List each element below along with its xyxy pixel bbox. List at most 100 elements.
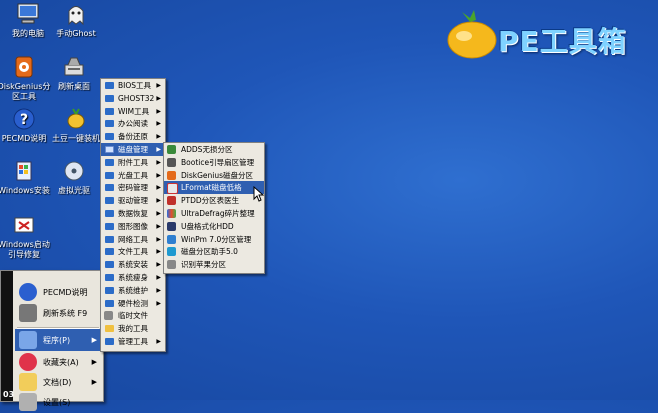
bootice-icon xyxy=(167,157,176,167)
menu-item-partition-assistant[interactable]: 磁盘分区助手5.0 xyxy=(164,245,264,258)
start-item-refresh-system[interactable]: 刷新系统 F9 xyxy=(15,302,101,324)
disk-management-menu: ADDS无损分区 Bootice引导扇区管理 DiskGenius磁盘分区 LF… xyxy=(163,142,265,274)
menu-item-bios-tools[interactable]: BIOS工具 ▶ xyxy=(101,79,165,92)
folder-icon xyxy=(105,94,114,102)
menu-item-disc-tools[interactable]: 光盘工具 ▶ xyxy=(101,169,165,182)
menu-item-disk-management[interactable]: 磁盘管理 ▶ xyxy=(101,142,165,156)
start-item-programs[interactable]: 程序(P) ▶ xyxy=(15,329,101,351)
desktop-icon-refresh-desktop[interactable]: 刷新桌面 xyxy=(46,55,102,92)
menu-item-accessories[interactable]: 附件工具 ▶ xyxy=(101,156,165,169)
desktop-icon-virtual-drive[interactable]: 虚拟光驱 xyxy=(46,159,102,196)
desktop-icon-boot-repair[interactable]: Windows启动 引导修复 xyxy=(0,213,52,260)
menu-item-diskgenius[interactable]: DiskGenius磁盘分区 xyxy=(164,169,264,182)
menu-item-ptdd[interactable]: PTDD分区表医生 xyxy=(164,194,264,207)
folder-icon xyxy=(105,261,114,269)
desktop-icon-diskgenius[interactable]: DiskGenius分 区工具 xyxy=(0,55,52,102)
menu-item-network-tools[interactable]: 网络工具 ▶ xyxy=(101,233,165,246)
menu-item-graphics[interactable]: 图形图像 ▶ xyxy=(101,220,165,233)
start-item-favorites[interactable]: 收藏夹(A) ▶ xyxy=(15,351,101,373)
boot-repair-icon xyxy=(11,213,37,237)
menu-item-bootice[interactable]: Bootice引导扇区管理 xyxy=(164,156,264,169)
menu-item-temp-files[interactable]: 临时文件 xyxy=(101,309,165,322)
folder-icon xyxy=(105,299,114,307)
desktop-icon-pecmd-help[interactable]: ? PECMD说明 xyxy=(0,107,52,144)
folder-icon xyxy=(105,325,114,333)
submenu-arrow-icon: ▶ xyxy=(156,235,161,243)
usb-drive-icon xyxy=(167,221,176,231)
diskgenius-icon xyxy=(167,170,176,180)
settings-icon xyxy=(19,393,37,411)
lformat-icon xyxy=(167,183,178,195)
menu-item-usb-format-hdd[interactable]: U盘格式化HDD xyxy=(164,220,264,233)
menu-item-system-maintenance[interactable]: 系统维护 ▶ xyxy=(101,284,165,297)
submenu-arrow-icon: ▶ xyxy=(91,336,97,344)
computer-icon xyxy=(15,2,41,26)
submenu-arrow-icon: ▶ xyxy=(156,120,161,128)
menu-item-ultradefrag[interactable]: UltraDefrag碎片整理 xyxy=(164,207,264,220)
apple-partition-icon xyxy=(167,260,176,270)
folder-icon xyxy=(105,273,114,281)
submenu-arrow-icon: ▶ xyxy=(156,107,161,115)
folder-icon xyxy=(105,133,114,141)
windows-install-icon xyxy=(11,159,37,183)
menu-item-ghost32[interactable]: GHOST32 ▶ xyxy=(101,92,165,105)
submenu-arrow-icon: ▶ xyxy=(156,299,161,307)
folder-icon xyxy=(105,145,114,153)
submenu-arrow-icon: ▶ xyxy=(156,133,161,141)
submenu-arrow-icon: ▶ xyxy=(156,261,161,269)
menu-item-data-recovery[interactable]: 数据恢复 ▶ xyxy=(101,207,165,220)
help-icon xyxy=(19,283,37,301)
partition-assistant-icon xyxy=(167,247,176,257)
start-item-pecmd-help[interactable]: PECMD说明 xyxy=(15,281,101,303)
menu-item-winpm[interactable]: WinPm 7.0分区管理 xyxy=(164,233,264,246)
menu-item-adds[interactable]: ADDS无损分区 xyxy=(164,143,264,156)
submenu-arrow-icon: ▶ xyxy=(156,158,161,166)
submenu-arrow-icon: ▶ xyxy=(156,337,161,345)
menu-item-wim-tools[interactable]: WIM工具 ▶ xyxy=(101,105,165,118)
start-menu-side-banner: 03 xyxy=(1,271,14,401)
start-item-documents[interactable]: 文档(D) ▶ xyxy=(15,371,101,393)
submenu-arrow-icon: ▶ xyxy=(156,248,161,256)
folder-icon xyxy=(105,171,114,179)
diskgenius-icon xyxy=(11,55,37,79)
mouse-cursor-icon xyxy=(253,186,265,202)
ghost-icon xyxy=(63,2,89,26)
virtual-drive-icon xyxy=(61,159,87,183)
menu-item-lformat[interactable]: LFormat磁盘低格 xyxy=(164,181,264,195)
menu-item-backup-restore[interactable]: 备份还原 ▶ xyxy=(101,130,165,143)
submenu-arrow-icon: ▶ xyxy=(156,94,161,102)
potato-install-icon xyxy=(63,107,89,131)
submenu-arrow-icon: ▶ xyxy=(156,145,161,153)
submenu-arrow-icon: ▶ xyxy=(156,184,161,192)
desktop-icon-manual-ghost[interactable]: 手动Ghost xyxy=(48,2,104,39)
menu-item-my-tools[interactable]: 我的工具 xyxy=(101,322,165,335)
folder-icon xyxy=(105,286,114,294)
desktop-icon-potato-install[interactable]: 土豆一键装机 xyxy=(48,107,104,144)
start-item-settings[interactable]: 设置(S) xyxy=(15,391,101,413)
menu-item-password-management[interactable]: 密码管理 ▶ xyxy=(101,181,165,194)
menu-item-file-tools[interactable]: 文件工具 ▶ xyxy=(101,245,165,258)
folder-icon xyxy=(105,235,114,243)
submenu-arrow-icon: ▶ xyxy=(156,286,161,294)
desktop-icon-windows-install[interactable]: Windows安装 xyxy=(0,159,52,196)
submenu-arrow-icon: ▶ xyxy=(156,197,161,205)
folder-icon xyxy=(105,197,114,205)
refresh-system-icon xyxy=(19,304,37,322)
menu-item-office-reading[interactable]: 办公阅读 ▶ xyxy=(101,117,165,130)
menu-item-admin-tools[interactable]: 管理工具 ▶ xyxy=(101,335,165,348)
menu-item-hardware-detection[interactable]: 硬件检测 ▶ xyxy=(101,297,165,310)
favorites-icon xyxy=(19,353,37,371)
winpm-icon xyxy=(167,234,176,244)
submenu-arrow-icon: ▶ xyxy=(156,222,161,230)
menu-item-driver-management[interactable]: 驱动管理 ▶ xyxy=(101,194,165,207)
programs-menu: BIOS工具 ▶ GHOST32 ▶ WIM工具 ▶ 办公阅读 ▶ 备份还原 ▶ 磁盘管理… xyxy=(100,78,166,352)
menu-item-system-install[interactable]: 系统安装 ▶ xyxy=(101,258,165,271)
menu-item-system-slimming[interactable]: 系统瘦身 ▶ xyxy=(101,271,165,284)
submenu-arrow-icon: ▶ xyxy=(156,171,161,179)
folder-icon xyxy=(105,120,114,128)
folder-icon xyxy=(105,184,114,192)
folder-icon xyxy=(105,82,114,89)
help-icon: ? xyxy=(11,107,37,131)
menu-item-apple-partition[interactable]: 识别苹果分区 xyxy=(164,258,264,271)
submenu-arrow-icon: ▶ xyxy=(91,358,97,366)
